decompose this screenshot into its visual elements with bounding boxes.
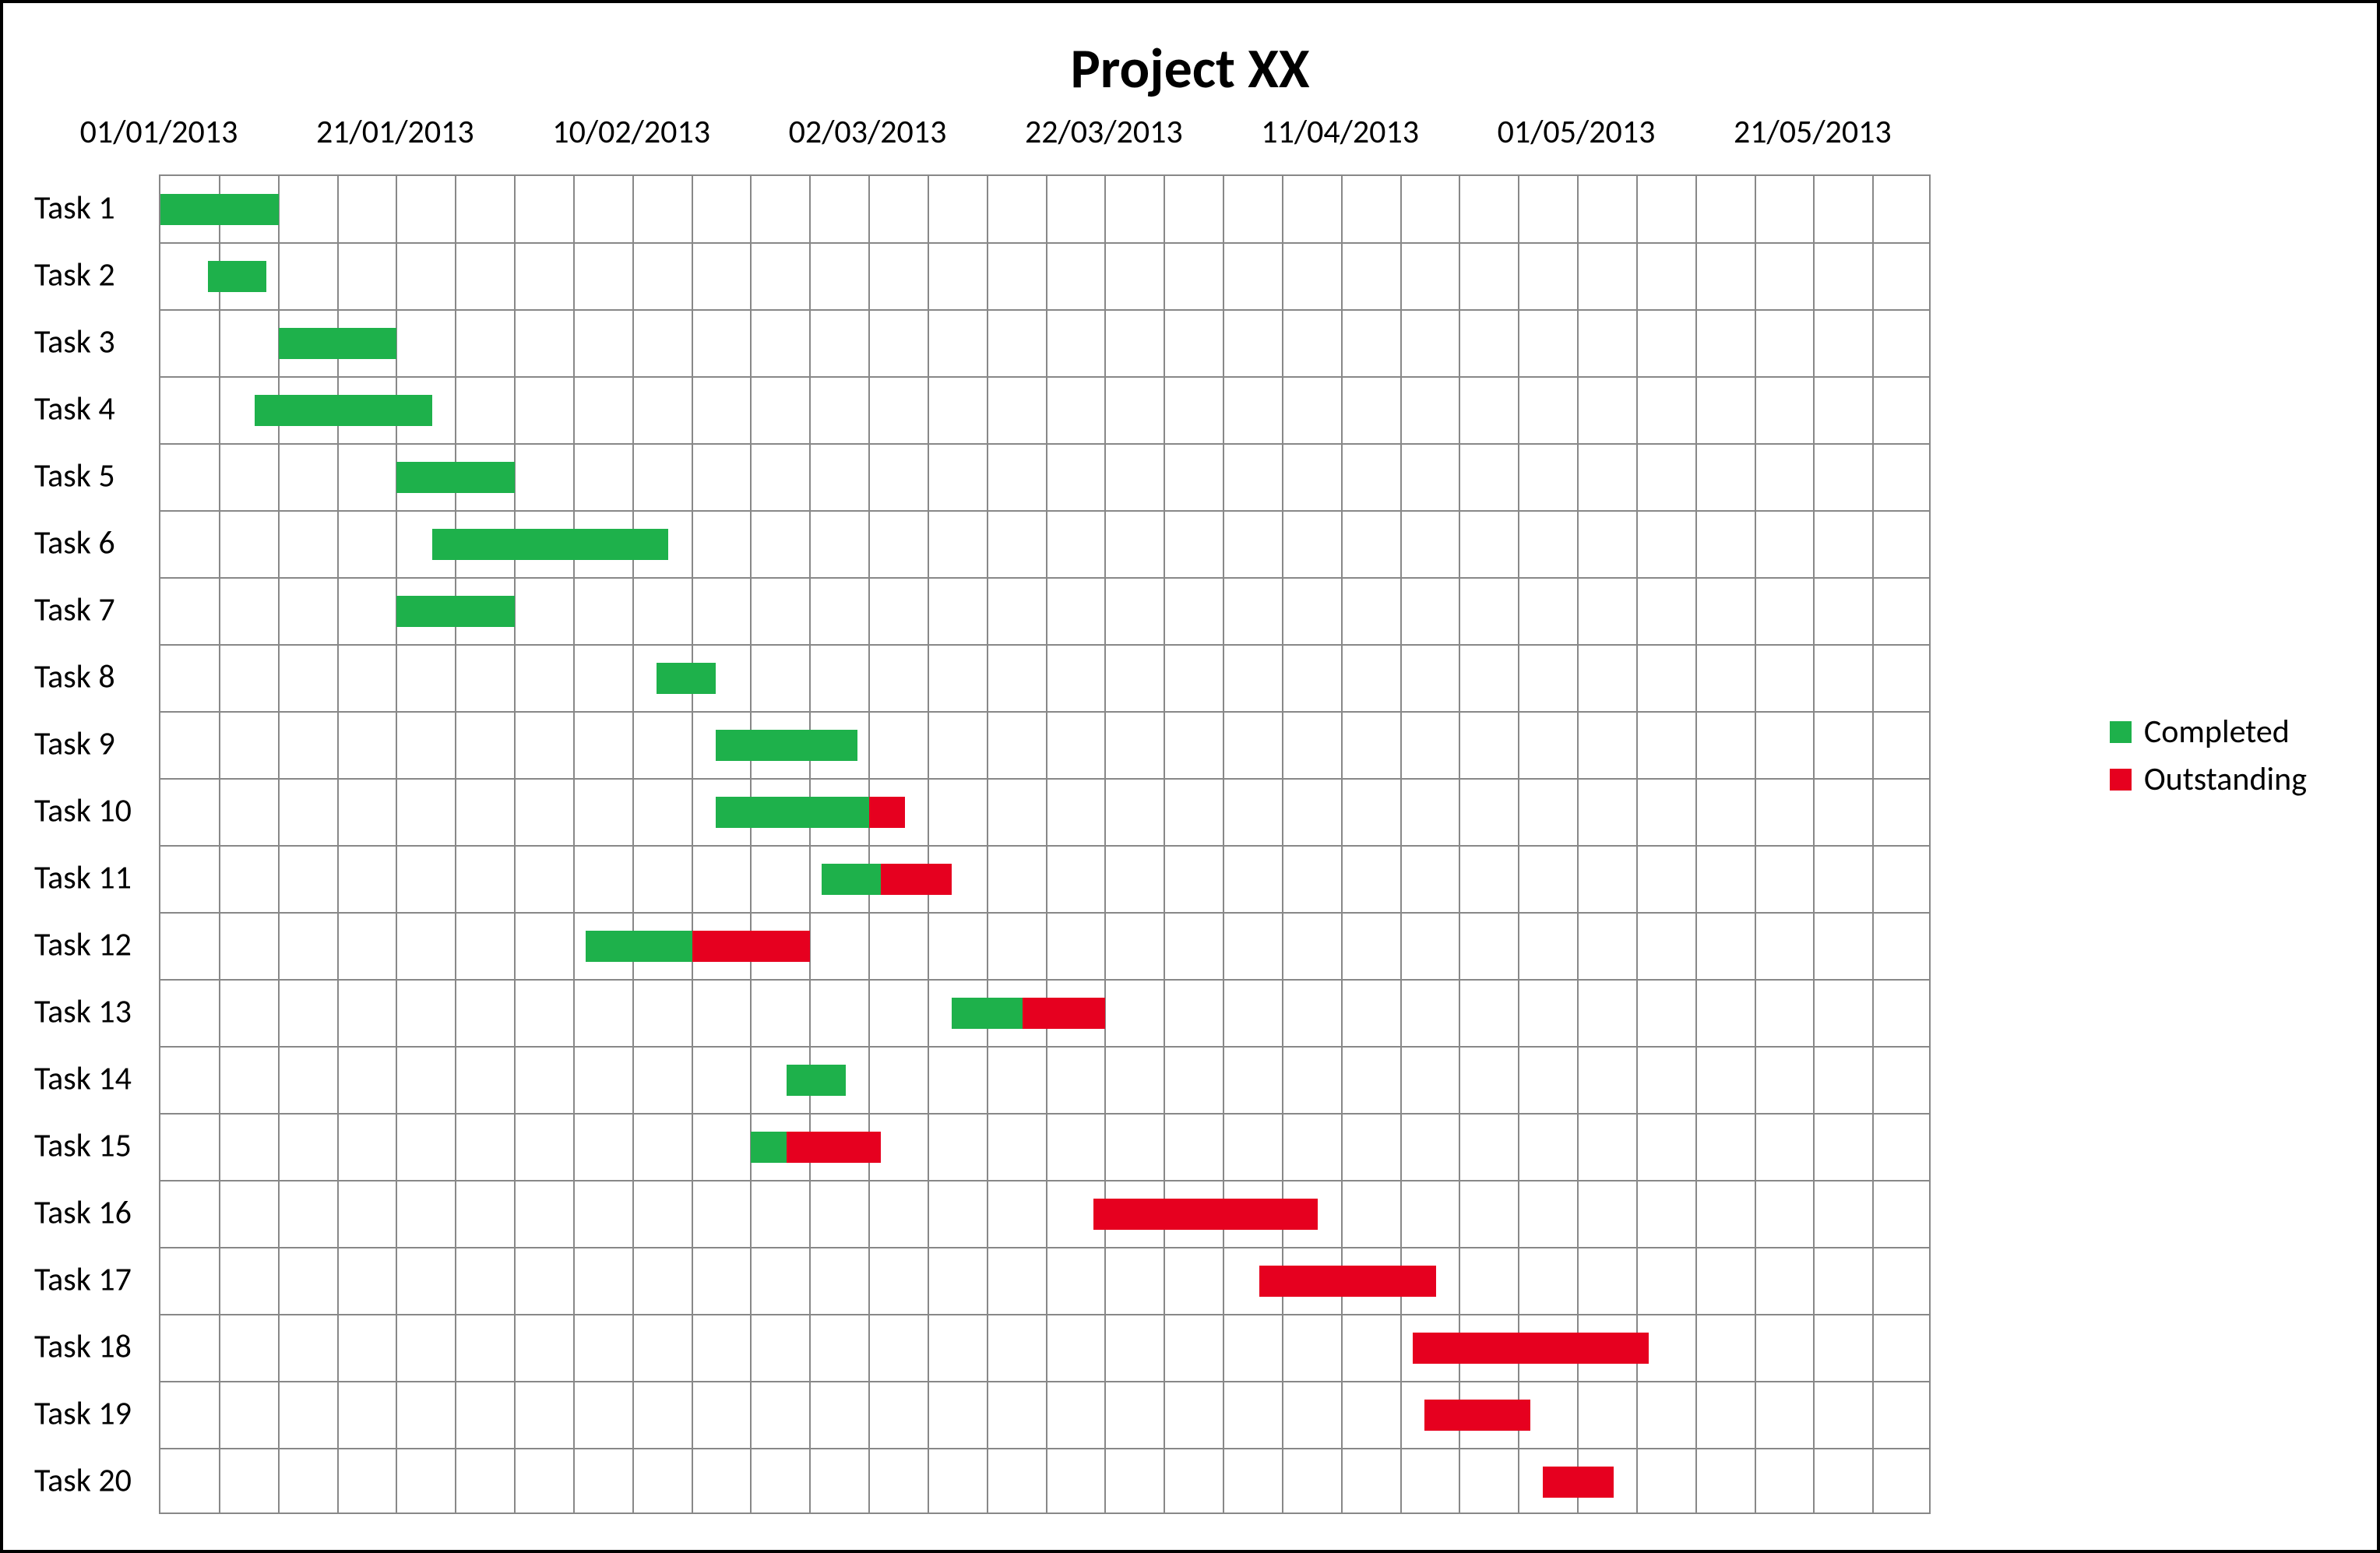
task-label: Task 20 xyxy=(34,1461,143,1501)
bar-completed xyxy=(255,395,432,426)
task-label: Task 4 xyxy=(34,389,143,429)
task-label: Task 9 xyxy=(34,724,143,764)
bar-completed xyxy=(396,462,515,493)
bar-outstanding xyxy=(869,797,905,828)
plot-wrap: Task 1 Task 2 Task 3 Task 4 Task 5 Task 6 Task… xyxy=(34,174,1931,1514)
bar-outstanding xyxy=(1023,998,1105,1029)
gridline-horizontal xyxy=(160,242,1929,244)
bar-outstanding xyxy=(1093,1199,1318,1230)
gridline-horizontal xyxy=(160,979,1929,981)
task-label: Task 13 xyxy=(34,992,143,1032)
legend-item-outstanding: Outstanding xyxy=(2110,759,2307,799)
gridline-horizontal xyxy=(160,376,1929,378)
gridline-horizontal xyxy=(160,644,1929,646)
task-label: Task 5 xyxy=(34,456,143,496)
bar-completed xyxy=(952,998,1023,1029)
legend: Completed Outstanding xyxy=(2110,704,2307,807)
bar-outstanding xyxy=(692,931,811,962)
bar-completed xyxy=(432,529,668,560)
x-tick-label: 11/04/2013 xyxy=(1261,112,1419,152)
chart-title: Project XX xyxy=(34,34,2346,103)
gridline-horizontal xyxy=(160,1113,1929,1115)
gridline-horizontal xyxy=(160,1314,1929,1315)
bar-completed xyxy=(716,730,857,761)
task-label: Task 8 xyxy=(34,657,143,697)
task-label: Task 2 xyxy=(34,255,143,295)
gridline-horizontal xyxy=(160,1381,1929,1382)
bar-outstanding xyxy=(1543,1467,1614,1498)
task-label: Task 17 xyxy=(34,1260,143,1300)
bar-completed xyxy=(716,797,869,828)
bar-completed xyxy=(160,194,279,225)
x-tick-label: 10/02/2013 xyxy=(552,112,710,152)
gridline-horizontal xyxy=(160,510,1929,512)
task-label: Task 14 xyxy=(34,1059,143,1099)
gridline-horizontal xyxy=(160,1247,1929,1248)
task-label: Task 1 xyxy=(34,188,143,228)
bar-completed xyxy=(586,931,692,962)
plot-area xyxy=(159,174,1931,1514)
bar-completed xyxy=(787,1065,846,1096)
x-tick-label: 02/03/2013 xyxy=(789,112,947,152)
task-label: Task 15 xyxy=(34,1126,143,1166)
task-label: Task 19 xyxy=(34,1394,143,1434)
gridline-horizontal xyxy=(160,1046,1929,1048)
legend-label-completed: Completed xyxy=(2144,712,2290,752)
x-tick-label: 01/05/2013 xyxy=(1498,112,1656,152)
task-label: Task 3 xyxy=(34,322,143,362)
y-axis-labels: Task 1 Task 2 Task 3 Task 4 Task 5 Task 6 Task… xyxy=(34,174,155,1514)
legend-swatch-outstanding xyxy=(2110,769,2132,791)
gridline-horizontal xyxy=(160,443,1929,445)
x-tick-label: 22/03/2013 xyxy=(1025,112,1183,152)
task-label: Task 11 xyxy=(34,858,143,898)
bar-outstanding xyxy=(1413,1333,1649,1364)
bar-outstanding xyxy=(881,864,952,895)
gridline-horizontal xyxy=(160,577,1929,579)
legend-label-outstanding: Outstanding xyxy=(2144,759,2307,799)
gridline-horizontal xyxy=(160,1448,1929,1449)
gridline-horizontal xyxy=(160,845,1929,847)
bar-completed xyxy=(822,864,881,895)
x-tick-label: 21/05/2013 xyxy=(1734,112,1892,152)
bar-completed xyxy=(751,1132,787,1163)
legend-swatch-completed xyxy=(2110,721,2132,743)
gridline-horizontal xyxy=(160,778,1929,780)
bar-outstanding xyxy=(1424,1400,1531,1431)
task-label: Task 7 xyxy=(34,590,143,630)
bar-completed xyxy=(396,596,515,627)
x-tick-label: 21/01/2013 xyxy=(316,112,474,152)
task-label: Task 6 xyxy=(34,523,143,563)
gridline-horizontal xyxy=(160,1180,1929,1181)
bar-outstanding xyxy=(787,1132,881,1163)
x-tick-label: 01/01/2013 xyxy=(80,112,238,152)
x-axis: 01/01/201321/01/201310/02/201302/03/2013… xyxy=(159,112,1931,159)
bar-completed xyxy=(279,328,397,359)
gridline-horizontal xyxy=(160,711,1929,713)
gridline-horizontal xyxy=(160,912,1929,914)
task-label: Task 18 xyxy=(34,1327,143,1367)
bar-outstanding xyxy=(1259,1266,1437,1297)
gridline-horizontal xyxy=(160,309,1929,311)
legend-item-completed: Completed xyxy=(2110,712,2307,752)
bar-completed xyxy=(657,663,716,694)
task-label: Task 16 xyxy=(34,1193,143,1233)
task-label: Task 12 xyxy=(34,925,143,965)
task-label: Task 10 xyxy=(34,791,143,831)
bar-completed xyxy=(208,261,267,292)
chart-frame: Project XX 01/01/2013 21/01/2013 10/02/201… xyxy=(0,0,2380,1553)
